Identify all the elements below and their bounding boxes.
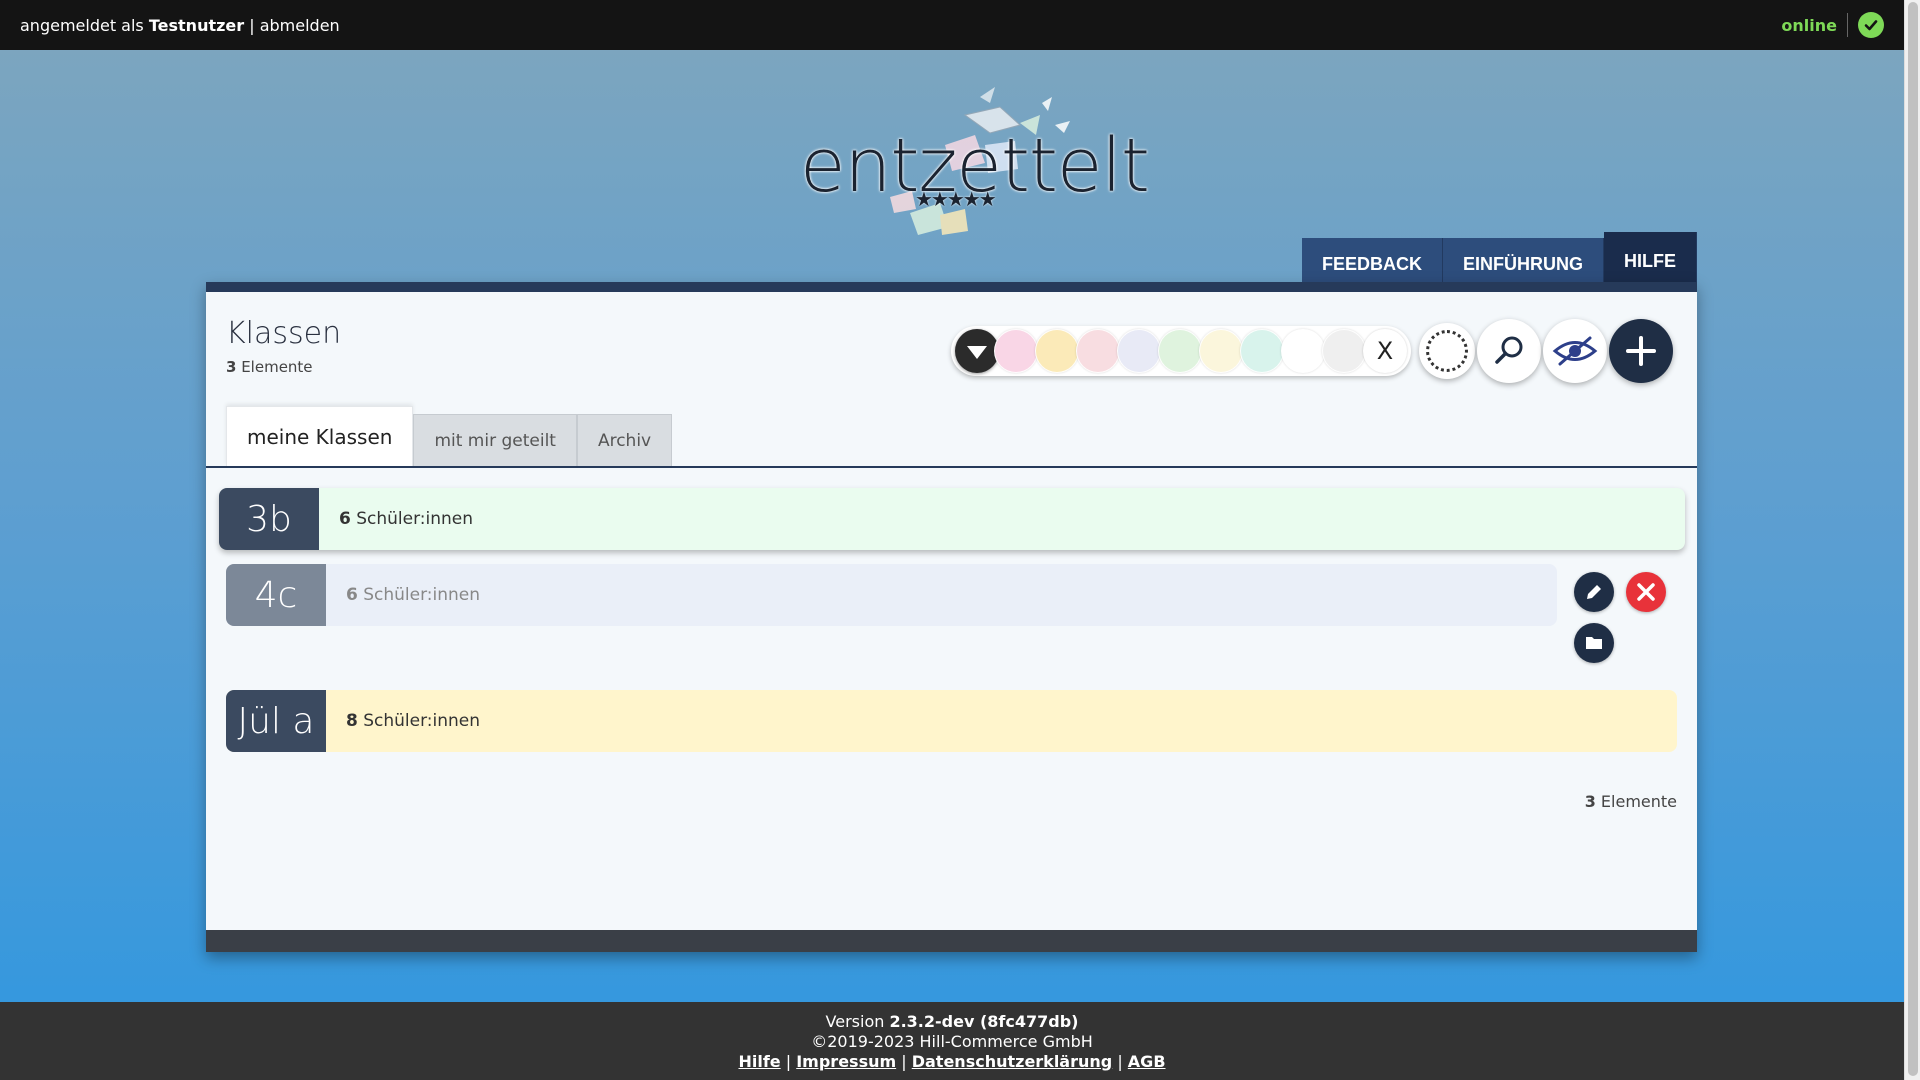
student-count-number: 6	[346, 585, 358, 605]
add-class-button[interactable]	[1609, 319, 1673, 383]
login-prefix: angemeldet als	[20, 15, 149, 35]
student-count: 6 Schüler:innen	[319, 509, 473, 529]
copyright: ©2019-2023 Hill-Commerce GmbH	[811, 1032, 1093, 1051]
student-count-number: 8	[346, 711, 358, 731]
check-icon	[1858, 12, 1884, 38]
color-swatch-yellow[interactable]	[1035, 329, 1079, 373]
username: Testnutzer	[148, 15, 245, 35]
tab-divider	[206, 466, 1697, 468]
footer-links: Hilfe | Impressum | Datenschutzerklärung…	[0, 1052, 1904, 1072]
version-line: Version 2.3.2-dev (8fc477db)	[0, 1012, 1904, 1032]
student-count-label: Schüler:innen	[357, 711, 481, 731]
login-info: angemeldet als Testnutzer | abmelden	[20, 16, 340, 35]
footer-link-hilfe[interactable]: Hilfe	[738, 1052, 780, 1071]
class-row-4c[interactable]: 4c 6 Schüler:innen	[226, 564, 1557, 626]
link-separator: |	[896, 1052, 912, 1071]
list-element-count: 3 Elemente	[1585, 792, 1677, 811]
class-row-3b[interactable]: 3b 6 Schüler:innen	[219, 488, 1685, 550]
page-footer: Version 2.3.2-dev (8fc477db) ©2019-2023 …	[0, 1002, 1904, 1080]
list-count-label: Elemente	[1595, 792, 1677, 811]
clear-color-filter-button[interactable]: X	[1363, 329, 1407, 373]
tab-mit-mir-geteilt[interactable]: mit mir geteilt	[413, 414, 577, 466]
login-separator: |	[244, 15, 260, 35]
color-swatch-green[interactable]	[1158, 329, 1202, 373]
link-separator: |	[1112, 1052, 1128, 1071]
link-separator: |	[780, 1052, 797, 1071]
folder-icon	[1586, 637, 1602, 649]
color-swatch-lavender[interactable]	[1117, 329, 1161, 373]
student-count: 6 Schüler:innen	[326, 585, 480, 605]
select-all-button[interactable]	[1419, 323, 1475, 379]
color-dropdown-button[interactable]	[955, 329, 999, 373]
top-bar: angemeldet als Testnutzer | abmelden onl…	[0, 0, 1904, 50]
delete-icon	[1637, 583, 1655, 601]
search-button[interactable]	[1477, 319, 1541, 383]
class-name-badge: 3b	[219, 488, 319, 550]
edit-class-button[interactable]	[1574, 572, 1614, 612]
tab-meine-klassen[interactable]: meine Klassen	[226, 406, 414, 466]
element-count: 3 Elemente	[226, 358, 313, 376]
eye-off-icon	[1552, 336, 1598, 366]
edit-icon	[1587, 585, 1601, 599]
color-filter-bar: X	[951, 326, 1411, 376]
color-swatch-gray[interactable]	[1322, 329, 1366, 373]
logo-stars: ★★★★★	[915, 187, 997, 211]
student-count-label: Schüler:innen	[357, 585, 481, 605]
select-all-circle-icon	[1426, 330, 1468, 372]
list-count-number: 3	[1584, 792, 1596, 811]
student-count-label: Schüler:innen	[350, 509, 474, 529]
class-row-jul-a[interactable]: Jül a 8 Schüler:innen	[226, 690, 1677, 752]
color-swatch-pink[interactable]	[994, 329, 1038, 373]
scrollbar-thumb[interactable]	[1908, 2, 1918, 1076]
vertical-scrollbar[interactable]	[1904, 0, 1920, 1080]
element-count-label: Elemente	[236, 358, 313, 376]
color-swatch-rose[interactable]	[1076, 329, 1120, 373]
footer-link-agb[interactable]: AGB	[1128, 1052, 1166, 1071]
page-title: Klassen	[226, 316, 342, 351]
online-status-label: online	[1781, 15, 1837, 35]
element-count-number: 3	[226, 358, 237, 376]
triangle-down-icon	[967, 346, 987, 359]
toggle-visibility-button[interactable]	[1543, 319, 1607, 383]
class-name-badge: Jül a	[226, 690, 326, 752]
class-tabs: meine Klassen mit mir geteilt Archiv	[226, 406, 673, 466]
logout-link[interactable]: abmelden	[260, 16, 340, 35]
color-swatch-mint[interactable]	[1240, 329, 1284, 373]
student-count: 8 Schüler:innen	[326, 711, 480, 731]
class-name-badge: 4c	[226, 564, 326, 626]
archive-class-button[interactable]	[1574, 623, 1614, 663]
color-swatch-white[interactable]	[1281, 329, 1325, 373]
toolbar: X	[951, 316, 1673, 386]
status-divider	[1847, 13, 1848, 37]
search-icon	[1495, 336, 1523, 364]
footer-link-datenschutz[interactable]: Datenschutzerklärung	[912, 1052, 1113, 1071]
version-number: 2.3.2-dev (8fc477db)	[889, 1012, 1079, 1031]
connection-status: online	[1781, 12, 1884, 38]
classes-panel: Klassen 3 Elemente X meine Klassen mit m…	[206, 282, 1697, 952]
student-count-number: 6	[339, 509, 351, 529]
plus-icon	[1626, 336, 1656, 366]
tab-archiv[interactable]: Archiv	[576, 414, 673, 466]
footer-link-impressum[interactable]: Impressum	[796, 1052, 896, 1071]
app-logo: entzettelt ★★★★★	[790, 85, 1150, 245]
color-swatch-cream[interactable]	[1199, 329, 1243, 373]
delete-class-button[interactable]	[1626, 572, 1666, 612]
version-prefix: Version	[825, 1012, 890, 1031]
